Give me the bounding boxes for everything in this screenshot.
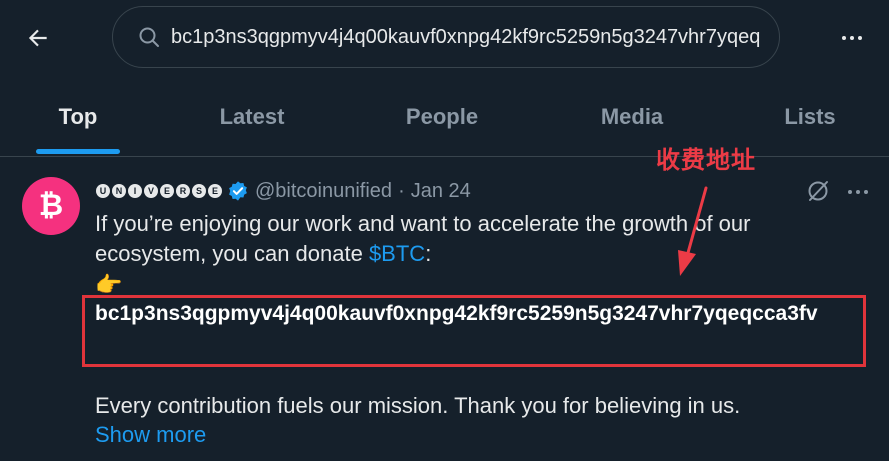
- arrow-left-icon: [28, 29, 47, 47]
- top-bar: [0, 0, 889, 78]
- tweet-closing-text: Every contribution fuels our mission. Th…: [95, 393, 741, 418]
- tweet-text-colon: :: [425, 241, 432, 266]
- display-name-letter: E: [208, 184, 222, 198]
- annotation-arrow-icon: [678, 186, 708, 276]
- display-name[interactable]: U N I V E R S E: [96, 184, 222, 198]
- display-name-letter: V: [144, 184, 158, 198]
- annotation-label: 收费地址: [656, 147, 756, 174]
- tab-people[interactable]: People: [390, 78, 494, 156]
- avatar[interactable]: ₿: [22, 177, 80, 235]
- avatar-bitcoin-glyph: ₿: [38, 189, 64, 222]
- tweet-header: U N I V E R S E @bitcoinunified · Jan 24: [96, 176, 471, 206]
- tab-top[interactable]: Top: [36, 78, 120, 156]
- back-button[interactable]: [22, 22, 54, 54]
- display-name-letter: U: [96, 184, 110, 198]
- display-name-letter: E: [160, 184, 174, 198]
- user-handle[interactable]: @bitcoinunified: [255, 180, 392, 203]
- more-horizontal-icon: [848, 190, 868, 194]
- btc-address: bc1p3ns3qgpmyv4j4q00kauvf0xnpg42kf9rc525…: [95, 302, 818, 325]
- display-name-letter: S: [192, 184, 206, 198]
- show-more-link[interactable]: Show more: [95, 420, 206, 450]
- cashtag-link[interactable]: $BTC: [369, 241, 425, 266]
- search-box[interactable]: [112, 6, 780, 68]
- tab-latest[interactable]: Latest: [200, 78, 304, 156]
- display-name-letter: R: [176, 184, 190, 198]
- display-name-letter: N: [112, 184, 126, 198]
- search-icon: [139, 27, 159, 47]
- tweet-text: If you’re enjoying our work and want to …: [95, 209, 855, 269]
- tab-lists[interactable]: Lists: [770, 78, 850, 156]
- active-tab-indicator: [36, 149, 120, 154]
- more-options-button[interactable]: [834, 22, 870, 54]
- tweet-date[interactable]: Jan 24: [411, 180, 471, 203]
- display-name-letter: I: [128, 184, 142, 198]
- grok-icon[interactable]: [806, 179, 830, 203]
- search-input[interactable]: [171, 25, 761, 49]
- verified-badge-icon: [229, 181, 247, 201]
- tweet-more-button[interactable]: [846, 180, 870, 204]
- more-horizontal-icon: [842, 36, 862, 40]
- separator-dot: ·: [398, 179, 405, 202]
